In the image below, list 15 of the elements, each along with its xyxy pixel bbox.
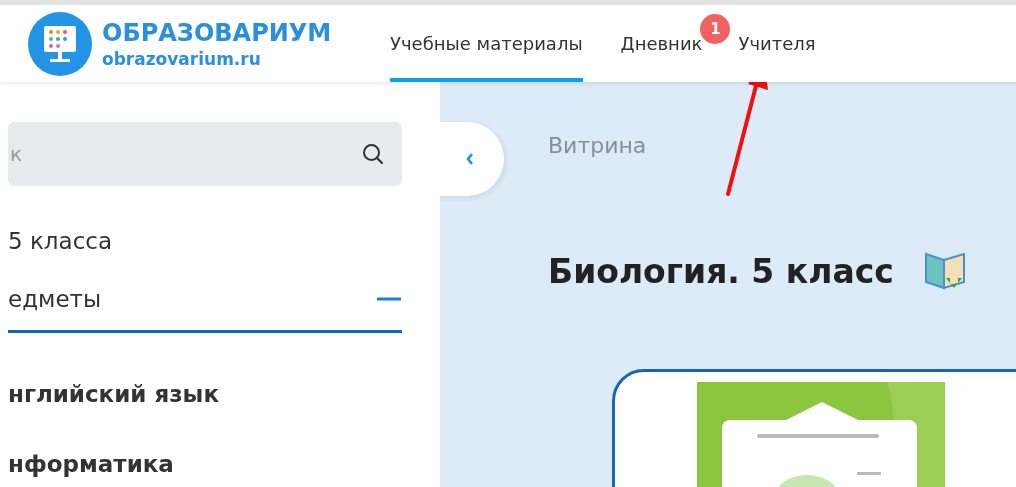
logo-domain: obrazovarium.ru — [102, 47, 262, 70]
notification-badge: 1 — [700, 14, 731, 44]
nav-tab[interactable]: Дневник — [620, 5, 703, 82]
grade-label: 5 класса — [8, 227, 114, 256]
subjects-label: едметы — [8, 285, 102, 314]
search-icon — [362, 143, 384, 165]
nav-tab[interactable]: Учителя — [738, 5, 816, 82]
subject-item[interactable]: нформатика — [8, 449, 402, 479]
logo-icon — [28, 11, 92, 76]
chevron-left-icon — [466, 153, 474, 165]
subject-item[interactable]: нглийский язык — [8, 379, 402, 409]
logo-title: ОБРАЗОВАРИУМ — [102, 17, 332, 48]
page-title: Биология. 5 класс — [548, 251, 894, 293]
search-field[interactable]: к — [8, 122, 402, 186]
subjects-header[interactable]: едметы — [8, 284, 402, 333]
